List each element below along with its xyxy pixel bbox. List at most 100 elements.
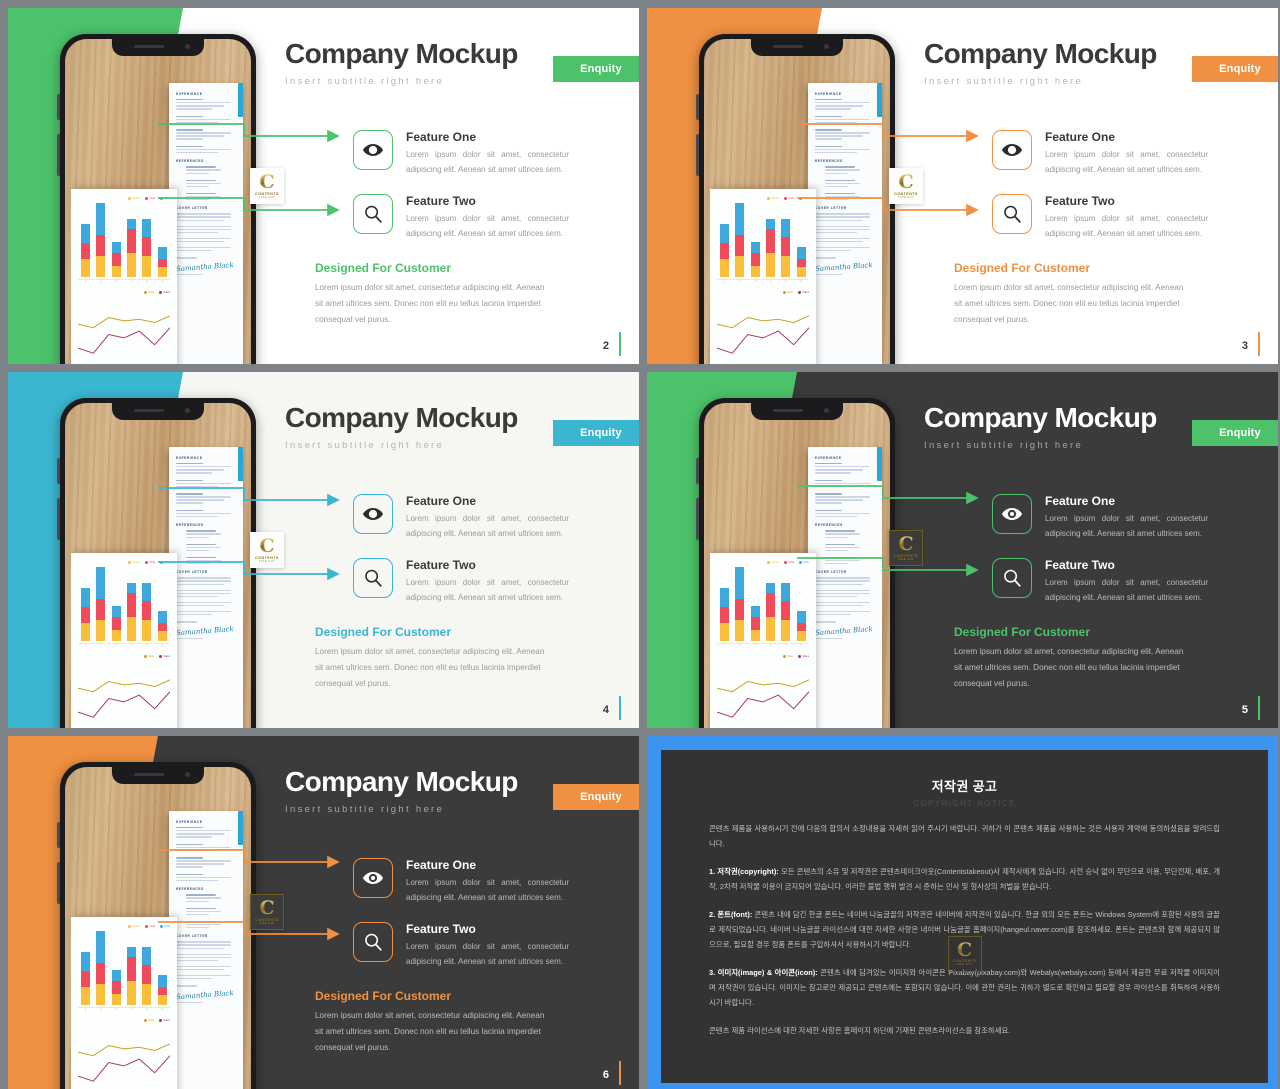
contents-badge: C CONTENTS TAKE OUT xyxy=(250,532,284,568)
line-chart xyxy=(716,672,810,728)
page-number: 2 xyxy=(602,340,609,352)
search-icon-glyph xyxy=(365,933,382,951)
phone-notch xyxy=(112,403,204,420)
chart-document: SeriesDataRate123456 RateSales ······· xyxy=(71,189,177,364)
phone-notch xyxy=(751,39,843,56)
search-icon-box xyxy=(353,558,393,598)
feature-item-1: Feature One Lorem ipsum dolor sit amet, c… xyxy=(353,130,569,177)
enquiry-button[interactable]: Enquity xyxy=(553,784,639,810)
phone-mockup: EXPERIENCE REFERENCES COVER LETTER Saman… xyxy=(696,398,895,728)
badge-letter: C xyxy=(259,534,275,557)
feature-body-1: Lorem ipsum dolor sit amet, consectetur … xyxy=(1045,514,1208,538)
slide-3: EXPERIENCE REFERENCES COVER LETTER Saman… xyxy=(647,8,1278,364)
slide-header: Company Mockup Insert subtitle right here xyxy=(285,38,518,87)
phone-mockup: EXPERIENCE REFERENCES COVER LETTER Saman… xyxy=(57,762,256,1089)
slide-2: EXPERIENCE REFERENCES COVER LETTER Saman… xyxy=(8,8,639,364)
line-chart xyxy=(77,1036,171,1089)
search-icon-glyph xyxy=(365,205,382,223)
phone-screen: EXPERIENCE REFERENCES COVER LETTER Saman… xyxy=(65,39,251,364)
feature-body-1: Lorem ipsum dolor sit amet, consectetur … xyxy=(1045,150,1208,174)
designed-block: Designed For Customer Lorem ipsum dolor s… xyxy=(954,625,1184,692)
resume-document: EXPERIENCE REFERENCES COVER LETTER Saman… xyxy=(169,83,243,364)
copyright-slide: 저작권 공고 COPYRIGHT NOTICE 콘텐츠 제품을 사용하시기 전에 다… xyxy=(647,736,1278,1089)
badge-letter: C xyxy=(898,532,914,555)
page-subtitle: Insert subtitle right here xyxy=(924,440,1084,451)
contents-badge: C CONTENTS TAKE OUT xyxy=(889,530,923,566)
eye-icon-box xyxy=(992,494,1032,534)
designed-body: Lorem ipsum dolor sit amet, consectetur … xyxy=(315,283,545,324)
page-title: Company Mockup xyxy=(924,402,1157,433)
copyright-section-3-label: 3. 이미지(image) & 아이콘(icon): xyxy=(709,968,821,977)
feature-name-1: Feature One xyxy=(1045,494,1116,508)
designed-block: Designed For Customer Lorem ipsum dolor s… xyxy=(315,989,545,1056)
copyright-section-1-label: 1. 저작권(copyright): xyxy=(709,867,781,876)
search-icon-box xyxy=(353,194,393,234)
chart-legend: Series Data Rate xyxy=(717,561,809,564)
feature-item-1: Feature One Lorem ipsum dolor sit amet, c… xyxy=(992,130,1208,177)
feature-name-1: Feature One xyxy=(406,130,477,144)
feature-name-1: Feature One xyxy=(1045,130,1116,144)
designed-body: Lorem ipsum dolor sit amet, consectetur … xyxy=(954,647,1184,688)
line-chart xyxy=(77,308,171,364)
line-chart xyxy=(716,308,810,364)
feature-name-1: Feature One xyxy=(406,858,477,872)
eye-icon-glyph xyxy=(362,872,384,884)
feature-body-2: Lorem ipsum dolor sit amet, consectetur … xyxy=(406,578,569,602)
feature-name-2: Feature Two xyxy=(406,558,476,572)
feature-text-2: Feature Two Lorem ipsum dolor sit amet, c… xyxy=(1045,558,1208,605)
designed-block: Designed For Customer Lorem ipsum dolor s… xyxy=(315,625,545,692)
page-subtitle: Insert subtitle right here xyxy=(285,804,445,815)
designed-title: Designed For Customer xyxy=(954,625,1091,639)
feature-body-1: Lorem ipsum dolor sit amet, consectetur … xyxy=(406,514,569,538)
slide-4: EXPERIENCE REFERENCES COVER LETTER Saman… xyxy=(8,372,639,728)
chart-legend: Series Data Rate xyxy=(78,561,170,564)
eye-icon-box xyxy=(353,494,393,534)
enquiry-button[interactable]: Enquity xyxy=(1192,56,1278,82)
page-title: Company Mockup xyxy=(285,402,518,433)
enquiry-button[interactable]: Enquity xyxy=(1192,420,1278,446)
search-icon-box xyxy=(992,558,1032,598)
eye-icon-box xyxy=(992,130,1032,170)
page-number: 3 xyxy=(1241,340,1248,352)
page-accent-bar xyxy=(618,332,621,356)
slide-deck-grid: EXPERIENCE REFERENCES COVER LETTER Saman… xyxy=(0,0,1280,1089)
page-subtitle: Insert subtitle right here xyxy=(285,76,445,87)
phone-screen: EXPERIENCE REFERENCES COVER LETTER Saman… xyxy=(65,403,251,728)
feature-body-2: Lorem ipsum dolor sit amet, consectetur … xyxy=(1045,578,1208,602)
contents-badge: C CONTENTS TAKE OUT xyxy=(889,168,923,204)
badge-label-secondary: TAKE OUT xyxy=(259,921,275,925)
search-icon-glyph xyxy=(365,569,382,587)
designed-title: Designed For Customer xyxy=(315,261,452,275)
search-icon-box xyxy=(353,922,393,962)
feature-item-1: Feature One Lorem ipsum dolor sit amet, c… xyxy=(992,494,1208,541)
badge-label-secondary: TAKE OUT xyxy=(259,559,275,563)
designed-body: Lorem ipsum dolor sit amet, consectetur … xyxy=(954,283,1184,324)
copyright-section-2-label: 2. 폰트(font): xyxy=(709,910,755,919)
bar-chart xyxy=(717,567,809,641)
feature-text-1: Feature One Lorem ipsum dolor sit amet, c… xyxy=(1045,130,1208,177)
phone-mockup: EXPERIENCE REFERENCES COVER LETTER Saman… xyxy=(696,34,895,364)
resume-document: EXPERIENCE REFERENCES COVER LETTER Saman… xyxy=(169,811,243,1089)
enquiry-button[interactable]: Enquity xyxy=(553,420,639,446)
feature-text-2: Feature Two Lorem ipsum dolor sit amet, c… xyxy=(1045,194,1208,241)
page-number: 4 xyxy=(602,704,609,716)
page-subtitle: Insert subtitle right here xyxy=(285,440,445,451)
feature-text-2: Feature Two Lorem ipsum dolor sit amet, c… xyxy=(406,922,569,969)
phone-notch xyxy=(112,39,204,56)
copyright-section-1: 1. 저작권(copyright): 모든 콘텐츠의 소유 및 저작권은 콘텐츠… xyxy=(709,867,1220,891)
phone-screen: EXPERIENCE REFERENCES COVER LETTER Saman… xyxy=(704,39,890,364)
chart-legend: Series Data Rate xyxy=(78,925,170,928)
bar-chart xyxy=(78,567,170,641)
feature-name-2: Feature Two xyxy=(1045,558,1115,572)
page-accent-bar xyxy=(1257,696,1260,720)
line-chart xyxy=(77,672,171,728)
phone-mockup: EXPERIENCE REFERENCES COVER LETTER Saman… xyxy=(57,34,256,364)
designed-title: Designed For Customer xyxy=(315,989,452,1003)
feature-item-2: Feature Two Lorem ipsum dolor sit amet, c… xyxy=(353,558,569,605)
slide-header: Company Mockup Insert subtitle right here xyxy=(924,38,1157,87)
phone-mockup: EXPERIENCE REFERENCES COVER LETTER Saman… xyxy=(57,398,256,728)
slide-header: Company Mockup Insert subtitle right here xyxy=(285,402,518,451)
enquiry-button[interactable]: Enquity xyxy=(553,56,639,82)
badge-letter: C xyxy=(259,170,275,193)
page-title: Company Mockup xyxy=(924,38,1157,69)
